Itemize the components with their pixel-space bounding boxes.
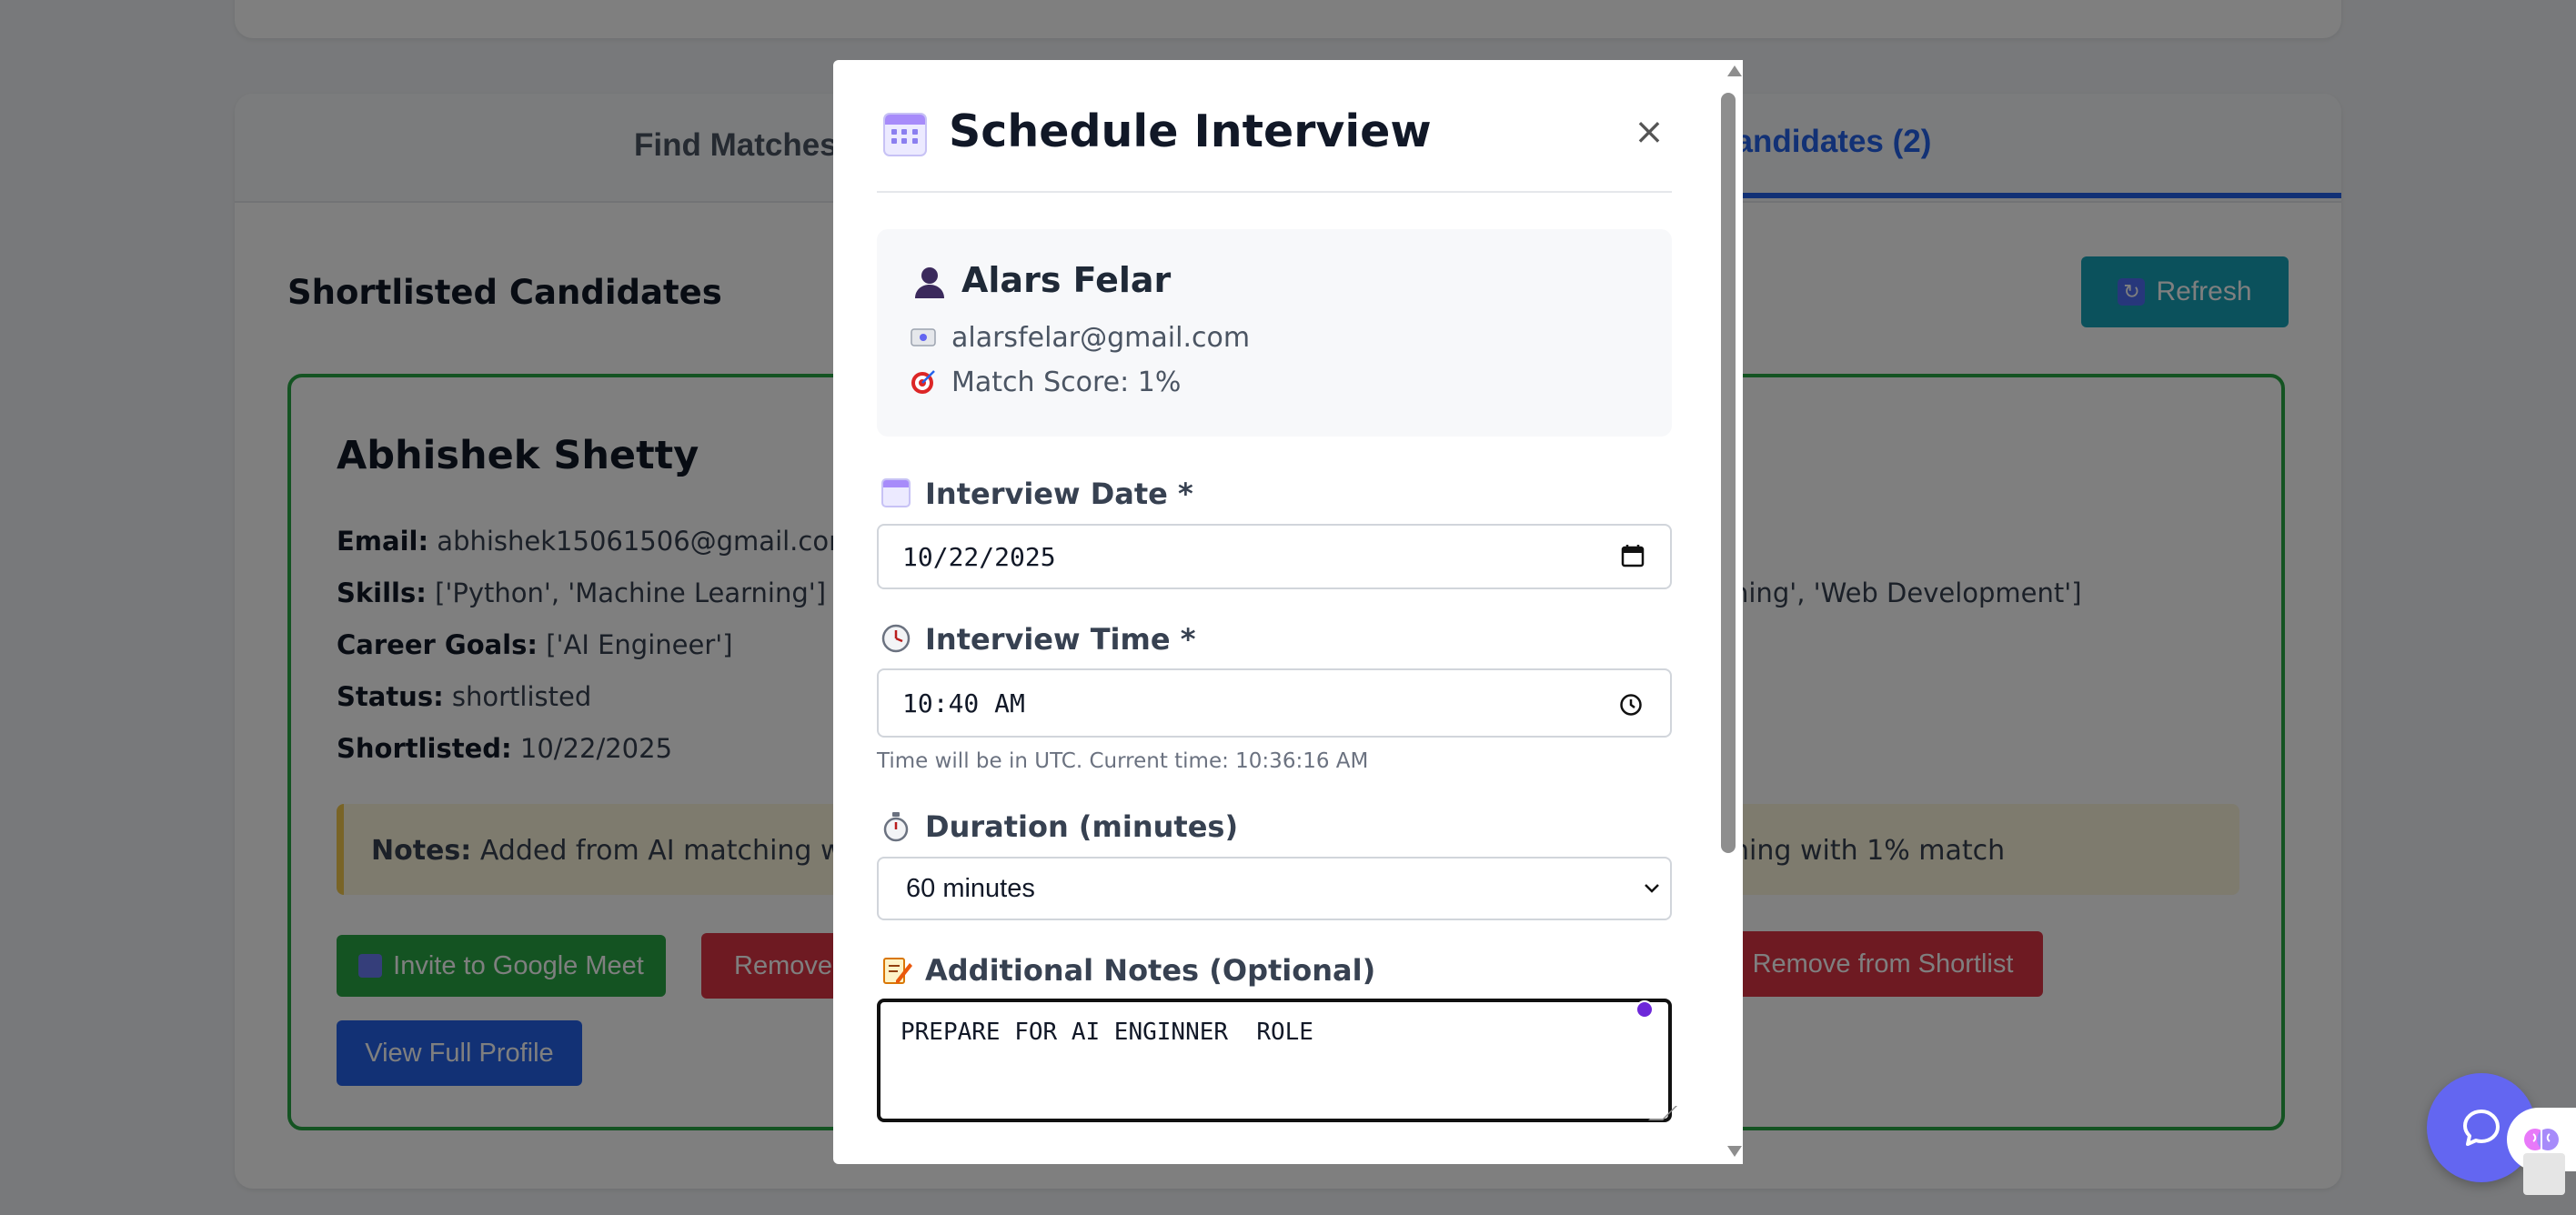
interview-time-input[interactable]: 10:40 AM: [877, 668, 1672, 738]
notes-label: Additional Notes (Optional): [925, 953, 1376, 988]
close-icon[interactable]: ×: [1633, 110, 1665, 154]
interview-time-value: 10:40 AM: [902, 688, 1025, 718]
notes-textarea[interactable]: PREPARE FOR AI ENGINNER ROLE: [877, 999, 1672, 1122]
calendar-picker-icon[interactable]: [1621, 544, 1645, 567]
match-score: Match Score: 1%: [951, 367, 1182, 398]
interview-date-label: Interview Date *: [925, 477, 1193, 511]
scrollbar-thumb[interactable]: [1721, 93, 1736, 853]
id-card-icon: [911, 328, 936, 346]
interview-date-input[interactable]: 10/22/2025: [877, 524, 1672, 589]
interview-date-value: 10/22/2025: [902, 541, 1056, 572]
chevron-down-icon: [1645, 884, 1659, 893]
chat-icon: [2463, 1110, 2500, 1146]
calendar-icon: [883, 113, 927, 156]
modal-divider: [877, 191, 1672, 193]
modal-title: Schedule Interview: [949, 105, 1432, 157]
candidate-email: alarsfelar@gmail.com: [951, 322, 1251, 354]
timezone-hint: Time will be in UTC. Current time: 10:36…: [877, 749, 1369, 773]
stopwatch-icon: [883, 812, 909, 842]
time-picker-icon[interactable]: [1619, 693, 1643, 717]
scroll-down-arrow[interactable]: [1727, 1146, 1742, 1157]
target-icon: [911, 370, 935, 394]
duration-select[interactable]: 60 minutes: [877, 857, 1672, 920]
interview-time-label: Interview Time *: [925, 622, 1196, 657]
duration-value: 60 minutes: [906, 873, 1035, 903]
scroll-up-arrow[interactable]: [1727, 65, 1742, 76]
person-icon: [915, 267, 944, 298]
calendar-icon: [881, 478, 911, 507]
clock-icon: [881, 624, 911, 653]
memo-icon: [883, 958, 912, 984]
corner-widget[interactable]: [2523, 1153, 2565, 1195]
duration-label: Duration (minutes): [925, 809, 1239, 844]
candidate-name: Alars Felar: [961, 260, 1172, 300]
grammar-checker-indicator[interactable]: [1635, 1000, 1654, 1019]
